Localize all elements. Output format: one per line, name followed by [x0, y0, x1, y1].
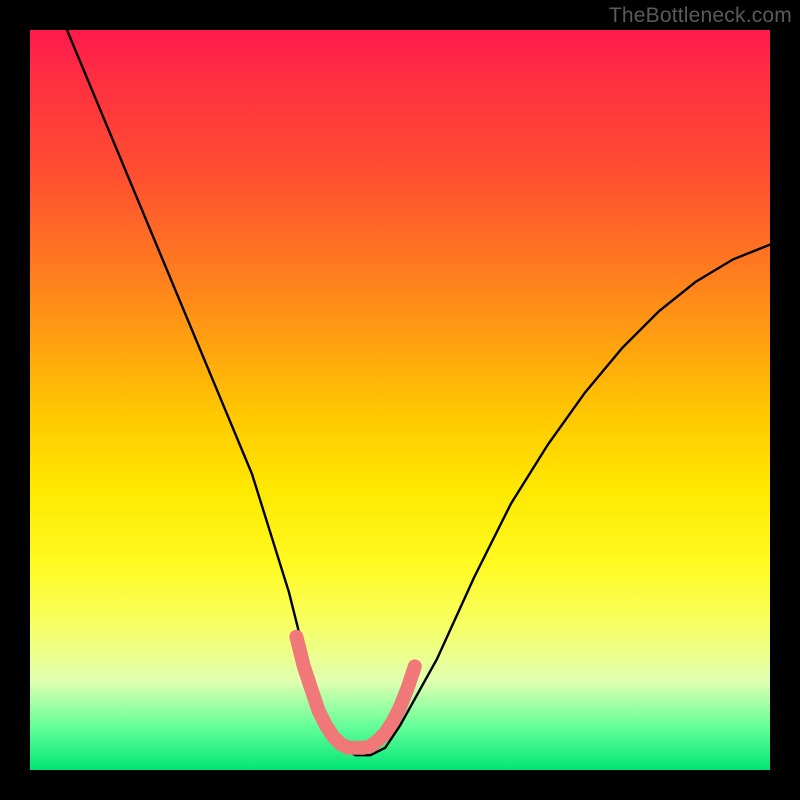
plot-area	[30, 30, 770, 770]
chart-svg	[30, 30, 770, 770]
bottleneck-curve-path	[67, 30, 770, 755]
watermark-text: TheBottleneck.com	[609, 4, 792, 28]
chart-stage: TheBottleneck.com	[0, 0, 800, 800]
